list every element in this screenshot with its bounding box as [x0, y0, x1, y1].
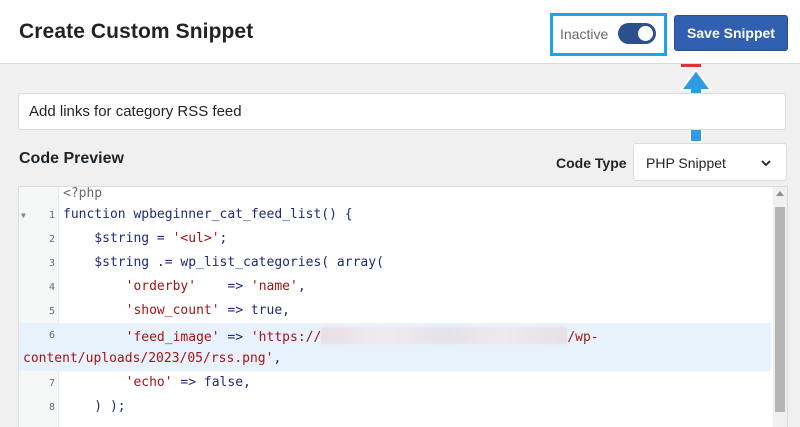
- code-text: 'echo' => false,: [125, 375, 251, 390]
- code-text: $string .= wp_list_categories( array(: [63, 255, 384, 270]
- snippet-title-value: Add links for category RSS feed: [29, 103, 242, 120]
- code-line: 4 'orderby' => 'name',: [19, 275, 771, 299]
- code-text: ) );: [63, 399, 126, 414]
- code-line-highlighted: 6 'feed_image' => 'https:///wp-: [19, 323, 771, 347]
- line-number: 2: [48, 234, 55, 245]
- code-editor[interactable]: <?php ▼ 1 function wpbeginner_cat_feed_l…: [18, 186, 788, 427]
- code-text: function wpbeginner_cat_feed_list() {: [63, 207, 353, 222]
- snippet-title-input[interactable]: Add links for category RSS feed: [18, 93, 786, 130]
- code-type-label: Code Type: [556, 155, 627, 171]
- code-line: 7 'echo' => false,: [19, 371, 771, 395]
- code-text: 'show_count' => true,: [125, 303, 290, 318]
- line-number: 6: [48, 330, 55, 341]
- code-line: 3 $string .= wp_list_categories( array(: [19, 251, 771, 275]
- code-type-value: PHP Snippet: [646, 155, 726, 171]
- code-preview-title: Code Preview: [19, 150, 124, 167]
- save-snippet-button[interactable]: Save Snippet: [674, 15, 788, 51]
- code-text: 'feed_image' => 'https:///wp-: [63, 327, 599, 345]
- code-text: $string = '<ul>';: [63, 231, 228, 246]
- code-line: 5 'show_count' => true,: [19, 299, 771, 323]
- scroll-thumb[interactable]: [775, 207, 785, 412]
- code-line: 2 $string = '<ul>';: [19, 227, 771, 251]
- active-toggle[interactable]: [618, 23, 656, 44]
- line-number: 5: [48, 306, 55, 317]
- line-number: 1: [48, 210, 55, 221]
- active-toggle-label: Inactive: [560, 26, 609, 42]
- code-line: 8 ) );: [19, 395, 771, 419]
- save-indicator: [681, 64, 701, 67]
- redacted-url-blur: [321, 327, 568, 344]
- toggle-knob: [638, 26, 653, 41]
- scroll-up-arrow-icon[interactable]: [776, 191, 784, 196]
- php-open-tag: <?php: [63, 186, 103, 201]
- editor-scrollbar[interactable]: [773, 187, 787, 427]
- line-number: 3: [48, 258, 55, 269]
- line-number: 8: [48, 402, 55, 413]
- code-text: 'orderby' => 'name',: [125, 279, 306, 294]
- code-line: ▼ 1 function wpbeginner_cat_feed_list() …: [19, 203, 771, 227]
- page-title: Create Custom Snippet: [19, 20, 254, 43]
- line-number: 7: [48, 378, 55, 389]
- code-line-highlighted: content/uploads/2023/05/rss.png',: [19, 347, 771, 371]
- line-number: 4: [48, 282, 55, 293]
- code-text: content/uploads/2023/05/rss.png',: [23, 351, 282, 366]
- chevron-down-icon: [761, 160, 771, 167]
- code-type-select[interactable]: PHP Snippet: [633, 143, 787, 181]
